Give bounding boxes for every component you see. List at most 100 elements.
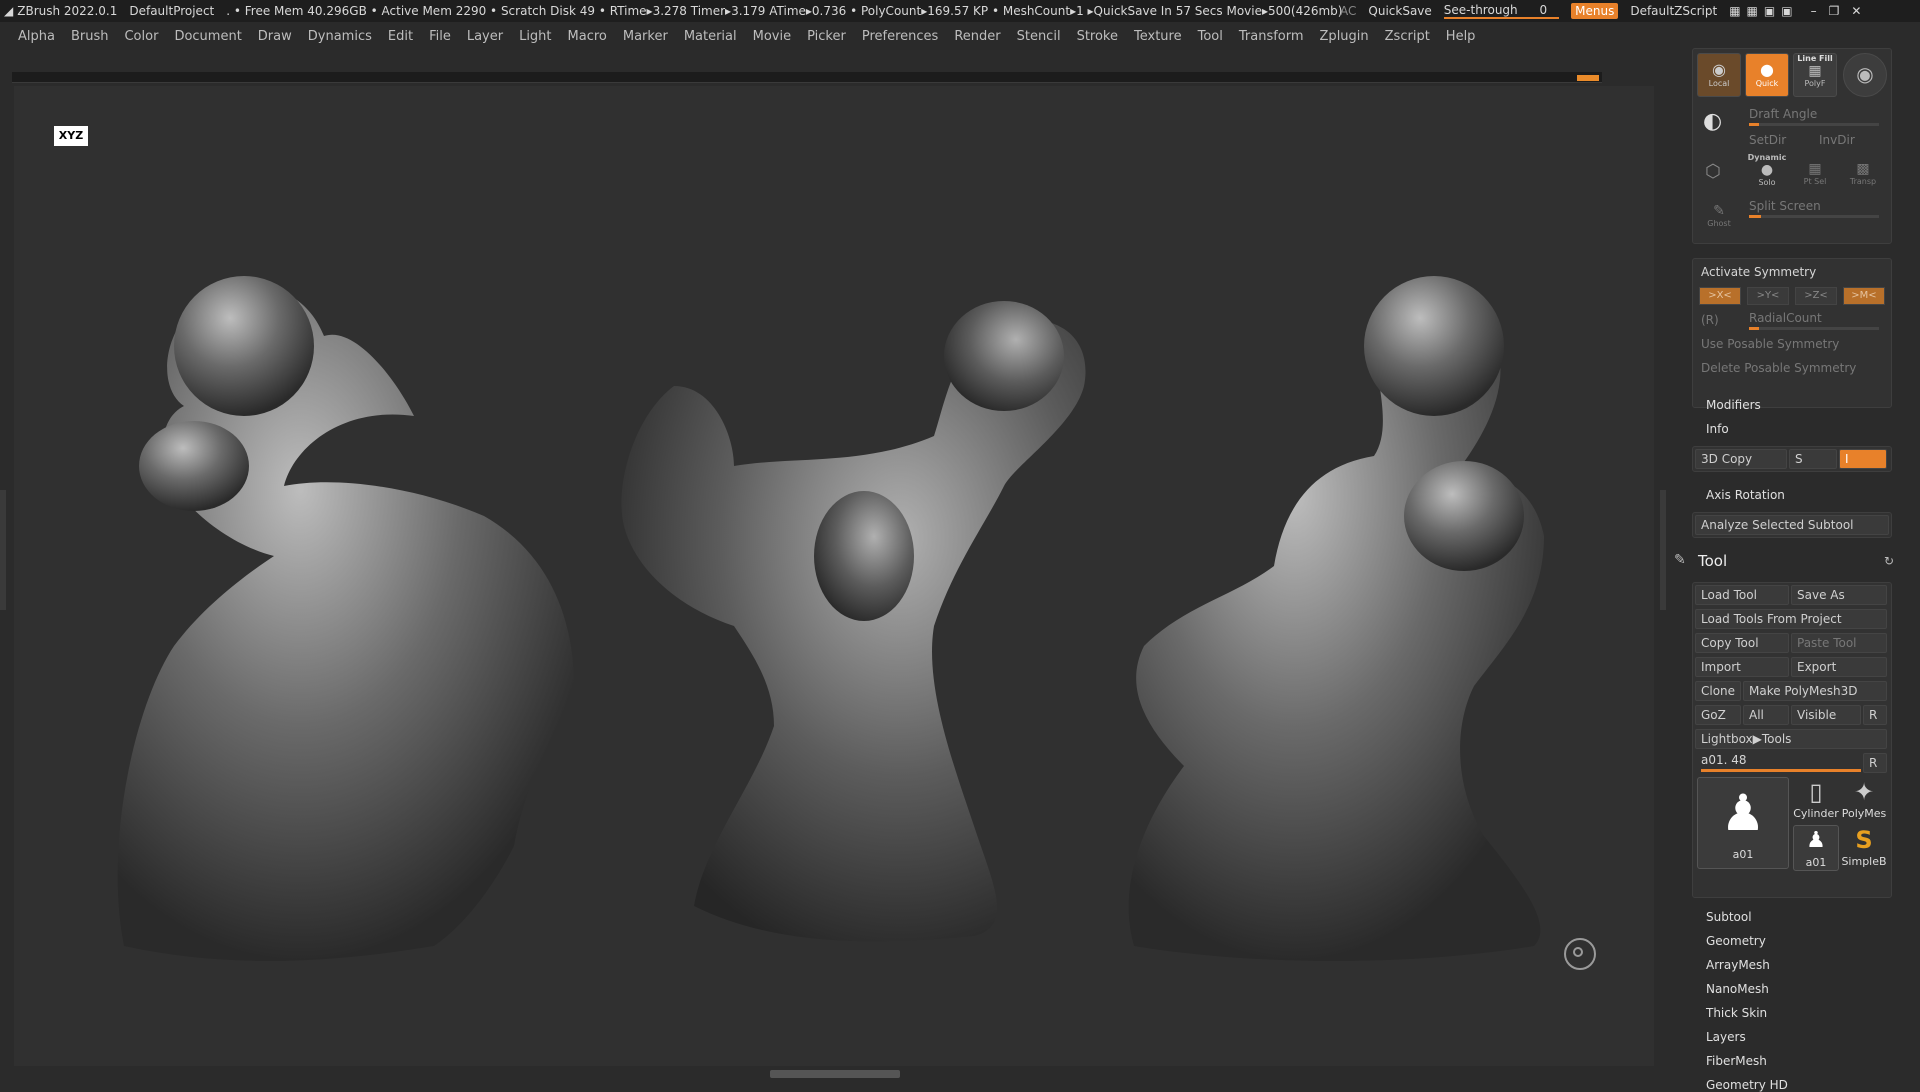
tool-thumb-polymesh[interactable]: ✦ PolyMes [1841,777,1887,823]
menu-marker[interactable]: Marker [623,29,668,44]
section-arraymesh[interactable]: ArrayMesh [1706,958,1770,972]
default-zscript-button[interactable]: DefaultZScript [1630,4,1717,18]
menu-stencil[interactable]: Stencil [1017,29,1061,44]
cube-icon[interactable]: ⬡ [1705,161,1721,182]
left-tray-handle[interactable] [0,490,6,610]
3d-copy-button[interactable]: 3D Copy [1695,449,1787,469]
menu-material[interactable]: Material [684,29,737,44]
menu-alpha[interactable]: Alpha [18,29,55,44]
paste-tool-button[interactable]: Paste Tool [1791,633,1887,653]
menu-help[interactable]: Help [1446,29,1476,44]
section-layers[interactable]: Layers [1706,1030,1746,1044]
ptsel-button[interactable]: ▦ Pt Sel [1793,153,1837,197]
tool-thumb-a01[interactable]: ♟ a01 [1697,777,1789,869]
tool-slider[interactable] [1701,769,1861,772]
activate-symmetry-button[interactable]: Activate Symmetry [1701,265,1816,279]
lightbox-tools-button[interactable]: Lightbox▶Tools [1695,729,1887,749]
copy-s-button[interactable]: S [1789,449,1837,469]
radial-count-slider[interactable] [1749,327,1879,330]
canvas-viewport[interactable]: XYZ [14,86,1654,1066]
menu-texture[interactable]: Texture [1134,29,1182,44]
ac-button[interactable]: AC [1340,4,1356,18]
tool-palette-title[interactable]: Tool [1698,552,1727,570]
tool-thumb-cylinder[interactable]: ▯ Cylinder [1793,777,1839,823]
local-button[interactable]: ◉ Local [1697,53,1741,97]
use-posable-symmetry-button[interactable]: Use Posable Symmetry [1701,337,1839,351]
close-icon[interactable]: ✕ [1851,4,1861,18]
sym-x-toggle[interactable]: >X< [1699,287,1741,305]
menu-document[interactable]: Document [174,29,241,44]
layout-icons[interactable]: ▦▦▣▣ [1729,4,1798,18]
menu-light[interactable]: Light [519,29,551,44]
clone-button[interactable]: Clone [1695,681,1741,701]
section-thick-skin[interactable]: Thick Skin [1706,1006,1767,1020]
tool-r-button[interactable]: R [1863,753,1887,773]
bottom-tray-handle[interactable] [770,1070,900,1078]
split-screen-slider[interactable] [1749,215,1879,218]
menu-macro[interactable]: Macro [568,29,607,44]
make-polymesh3d-button[interactable]: Make PolyMesh3D [1743,681,1887,701]
menu-brush[interactable]: Brush [71,29,109,44]
menu-zscript[interactable]: Zscript [1385,29,1430,44]
timeline-marker[interactable] [1577,75,1599,81]
restore-icon[interactable]: ❐ [1829,4,1840,18]
copy-tool-button[interactable]: Copy Tool [1695,633,1789,653]
load-tool-button[interactable]: Load Tool [1695,585,1789,605]
goz-visible-button[interactable]: Visible [1791,705,1861,725]
sym-m-toggle[interactable]: >M< [1843,287,1885,305]
menu-render[interactable]: Render [954,29,1000,44]
menu-stroke[interactable]: Stroke [1077,29,1118,44]
section-subtool[interactable]: Subtool [1706,910,1752,924]
sym-y-toggle[interactable]: >Y< [1747,287,1789,305]
dynamic-solo-button[interactable]: Dynamic ● Solo [1745,153,1789,197]
transp-sphere-button[interactable]: ◉ [1843,53,1887,97]
goz-r-button[interactable]: R [1863,705,1887,725]
import-button[interactable]: Import [1695,657,1789,677]
menu-draw[interactable]: Draw [258,29,292,44]
goz-all-button[interactable]: All [1743,705,1789,725]
section-geometry-hd[interactable]: Geometry HD [1706,1078,1788,1092]
menu-color[interactable]: Color [124,29,158,44]
load-tools-from-project-button[interactable]: Load Tools From Project [1695,609,1887,629]
menu-zplugin[interactable]: Zplugin [1320,29,1369,44]
export-button[interactable]: Export [1791,657,1887,677]
refresh-icon[interactable]: ↻ [1884,554,1894,568]
axis-rotation-section[interactable]: Axis Rotation [1706,488,1785,502]
menu-picker[interactable]: Picker [807,29,846,44]
sym-z-toggle[interactable]: >Z< [1795,287,1837,305]
goz-button[interactable]: GoZ [1695,705,1741,725]
navigate-icon[interactable] [1564,938,1596,970]
transp-button[interactable]: ▩ Transp [1841,153,1885,197]
menu-file[interactable]: File [429,29,451,44]
analyze-subtool-button[interactable]: Analyze Selected Subtool [1695,515,1889,535]
menu-movie[interactable]: Movie [753,29,791,44]
section-geometry[interactable]: Geometry [1706,934,1766,948]
invdir-button[interactable]: InvDir [1819,133,1855,147]
ghost-button[interactable]: ✎ Ghost [1697,199,1741,243]
menus-button[interactable]: Menus [1571,3,1619,19]
quicksave-button[interactable]: QuickSave [1368,4,1431,18]
setdir-button[interactable]: SetDir [1749,133,1786,147]
tool-thumb-a01-small[interactable]: ♟ a01 [1793,825,1839,871]
delete-posable-symmetry-button[interactable]: Delete Posable Symmetry [1701,361,1856,375]
quick-button[interactable]: ● Quick [1745,53,1789,97]
info-section[interactable]: Info [1706,422,1729,436]
menu-edit[interactable]: Edit [388,29,413,44]
menu-transform[interactable]: Transform [1239,29,1304,44]
modifiers-section[interactable]: Modifiers [1706,398,1761,412]
menu-tool[interactable]: Tool [1198,29,1223,44]
draft-angle-slider[interactable] [1749,123,1879,126]
polyf-button[interactable]: Line Fill ▦ PolyF [1793,53,1837,97]
mirror-icon[interactable]: ◐ [1703,109,1722,134]
menu-layer[interactable]: Layer [467,29,503,44]
minimize-icon[interactable]: – [1811,4,1817,18]
seethrough-slider[interactable]: See-through 0 [1443,3,1560,19]
tool-thumb-simplebrush[interactable]: S SimpleB [1841,825,1887,871]
copy-value-field[interactable]: I [1839,449,1887,469]
section-fibermesh[interactable]: FiberMesh [1706,1054,1767,1068]
section-nanomesh[interactable]: NanoMesh [1706,982,1769,996]
right-tray-handle[interactable] [1660,490,1666,610]
menu-preferences[interactable]: Preferences [862,29,938,44]
timeline-track[interactable] [12,72,1602,83]
save-as-button[interactable]: Save As [1791,585,1887,605]
